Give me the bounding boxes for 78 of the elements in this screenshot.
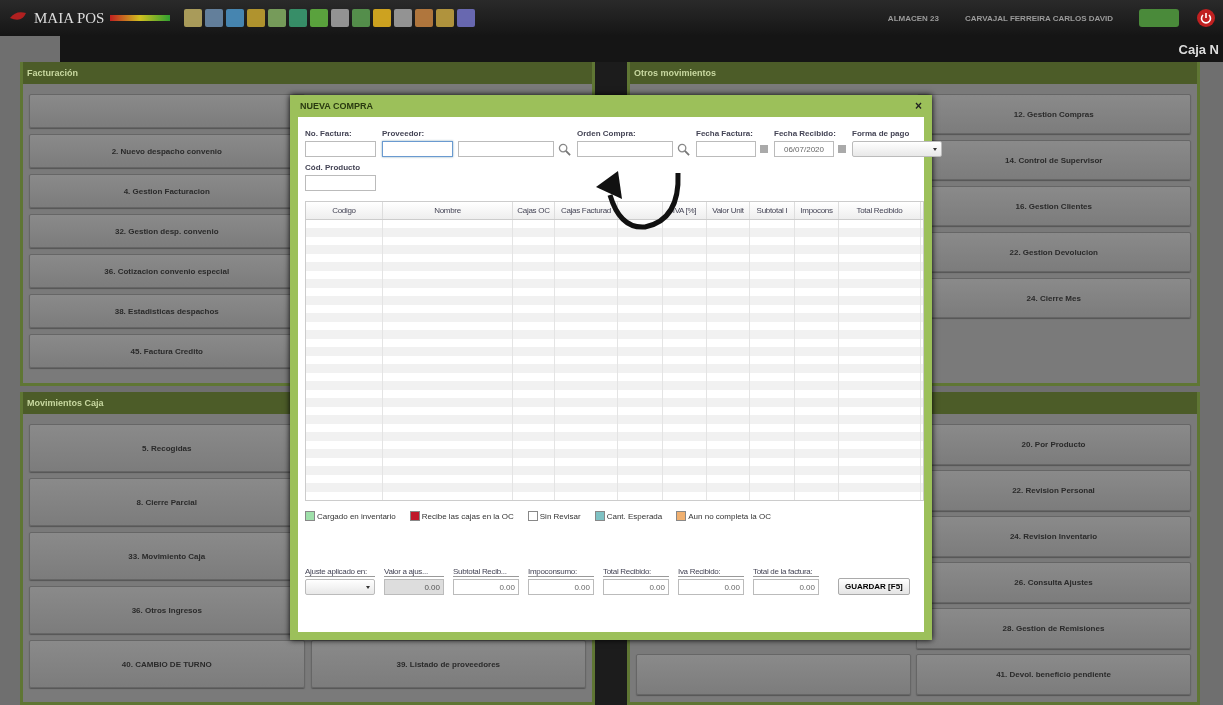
column-header: Valor Unit xyxy=(707,202,750,219)
field-label: Impoconsumo: xyxy=(528,567,594,577)
input-field[interactable] xyxy=(458,141,554,157)
field-label: Fecha Factura: xyxy=(696,129,754,138)
field-label: Fecha Recibido: xyxy=(774,129,837,138)
caret-icon xyxy=(933,147,937,151)
column-header: IVA [%] xyxy=(663,202,707,219)
save-button[interactable]: GUARDAR [F5] xyxy=(838,578,910,595)
panel-title: Otros movimientos xyxy=(634,68,716,78)
toolbar-app-icon[interactable] xyxy=(289,9,308,27)
toolbar-app-icon[interactable] xyxy=(394,9,413,27)
page-title: Caja N xyxy=(1178,41,1219,57)
toolbar-app-icon[interactable] xyxy=(352,9,371,27)
input-field[interactable]: 0.00 xyxy=(453,579,519,595)
close-button[interactable]: × xyxy=(913,99,924,113)
toolbar-app-icon[interactable] xyxy=(247,9,266,27)
menu-button[interactable]: 28. Gestion de Remisiones xyxy=(916,608,1191,649)
caret-icon xyxy=(366,585,370,589)
panel-title: Facturación xyxy=(27,68,78,78)
column-header: Cajas Facturad xyxy=(555,202,618,219)
power-icon[interactable] xyxy=(1197,9,1215,27)
input-field[interactable] xyxy=(577,141,673,157)
column-header: Codigo xyxy=(306,202,383,219)
field-label: Total de la factura: xyxy=(753,567,819,577)
column-header: Nombre xyxy=(383,202,513,219)
field-label: Forma de pago xyxy=(852,129,911,138)
legend-label: Cargado en inventario xyxy=(317,511,396,521)
field-label: Cód. Producto xyxy=(305,163,362,172)
menu-button[interactable]: 41. Devol. beneficio pendiente xyxy=(916,654,1191,695)
input-field[interactable] xyxy=(696,141,756,157)
app-logo: MAIA POS xyxy=(34,9,105,27)
menu-button[interactable]: 40. CAMBIO DE TURNO xyxy=(29,640,305,688)
toolbar-app-icon[interactable] xyxy=(457,9,476,27)
toolbar-app-icon[interactable] xyxy=(226,9,245,27)
input-field[interactable] xyxy=(305,175,376,191)
legend-label: Recibe las cajas en la OC xyxy=(421,511,514,521)
dialog-title: NUEVA COMPRA xyxy=(300,101,373,111)
field-label: Proveedor: xyxy=(382,129,426,138)
toolbar-app-icon[interactable] xyxy=(415,9,434,27)
column-header: Total Recibido xyxy=(839,202,921,219)
field-label: Total Recibido: xyxy=(603,567,669,577)
input-field[interactable]: 0.00 xyxy=(384,579,444,595)
input-field[interactable]: 0.00 xyxy=(678,579,744,595)
field-label: Iva Recibido: xyxy=(678,567,744,577)
toolbar-app-icon[interactable] xyxy=(373,9,392,27)
input-field[interactable]: 06/07/2020 xyxy=(774,141,834,157)
field-label: Valor a ajus... xyxy=(384,567,444,577)
input-field[interactable]: 0.00 xyxy=(753,579,819,595)
search-icon[interactable] xyxy=(677,142,690,156)
store-name: ALMACEN 23 xyxy=(887,13,939,23)
panel-title: Movimientos Caja xyxy=(27,398,104,408)
search-icon[interactable] xyxy=(558,142,571,156)
connection-status-icon xyxy=(1139,9,1179,27)
column-header: Impocons xyxy=(795,202,839,219)
field-label: Subtotal Recib... xyxy=(453,567,519,577)
toolbar-app-icon[interactable] xyxy=(331,9,350,27)
column-header: Subtotal I xyxy=(750,202,795,219)
column-header: Cajas OC xyxy=(513,202,555,219)
menu-button[interactable]: 39. Listado de proveedores xyxy=(310,640,586,688)
user-name: CARVAJAL FERREIRA CARLOS DAVID xyxy=(965,13,1113,23)
input-field[interactable] xyxy=(382,141,453,157)
dropdown-field[interactable] xyxy=(852,141,942,157)
toolbar-app-icon[interactable] xyxy=(205,9,224,27)
field-label: Ajuste aplicado en: xyxy=(305,567,375,577)
legend-label: Sin Revisar xyxy=(539,511,581,521)
toolbar-app-icon[interactable] xyxy=(310,9,329,27)
input-field[interactable] xyxy=(305,141,376,157)
toolbar-app-icon[interactable] xyxy=(268,9,287,27)
meter-drawing xyxy=(110,15,171,21)
toolbar-app-icon[interactable] xyxy=(436,9,455,27)
dropdown-field[interactable] xyxy=(305,579,375,595)
toolbar-app-icon[interactable] xyxy=(184,9,203,27)
input-field[interactable]: 0.00 xyxy=(528,579,594,595)
input-field[interactable]: 0.00 xyxy=(603,579,669,595)
legend-label: Aun no completa la OC xyxy=(688,511,771,521)
field-label: No. Factura: xyxy=(305,129,353,138)
field-label: Orden Compra: xyxy=(577,129,637,138)
legend-label: Cant. Esperada xyxy=(606,511,663,521)
